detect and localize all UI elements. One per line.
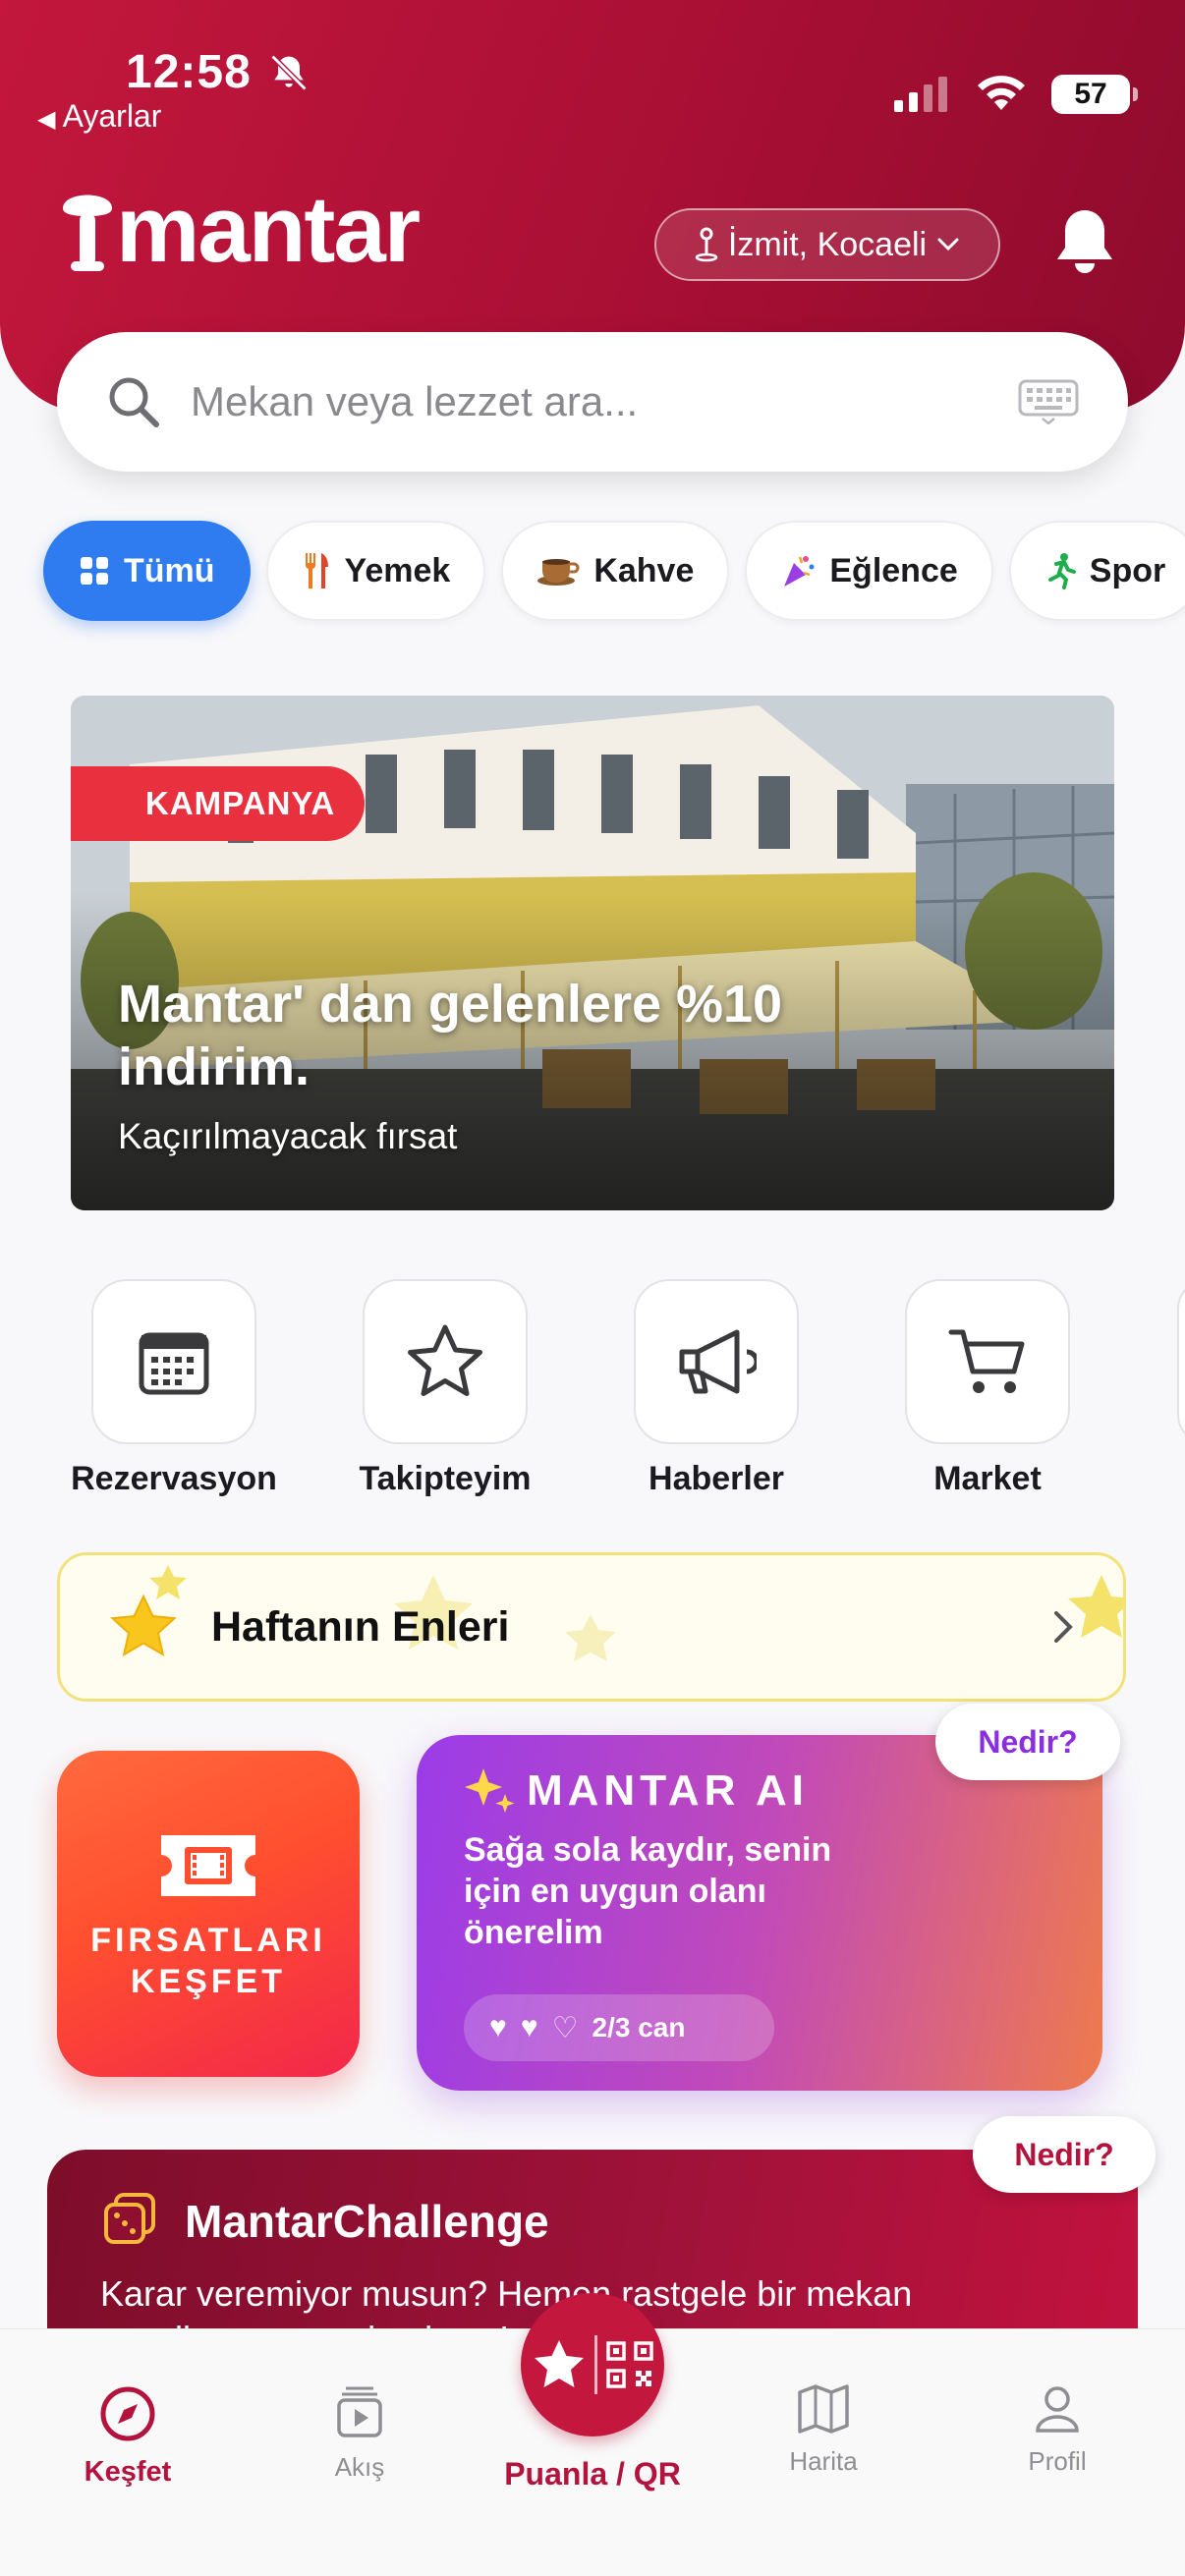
video-feed-icon (337, 2386, 382, 2437)
divider (593, 2335, 597, 2394)
back-to-settings-link[interactable]: ◀ Ayarlar (37, 98, 161, 135)
status-indicators: 57 (892, 75, 1138, 114)
quick-action-label: Market (933, 1460, 1042, 1497)
search-input[interactable]: Mekan veya lezzet ara... (191, 378, 1018, 425)
quick-actions: Rezervasyon Takipteyim Haberler Market (71, 1279, 1185, 1505)
quick-action-news[interactable]: Haberler (613, 1279, 819, 1498)
coffee-cup-icon (537, 559, 580, 586)
sparkles-icon (465, 1768, 515, 1813)
tab-label: Keşfet (84, 2456, 172, 2488)
logo-text: mantar (116, 177, 421, 282)
running-icon (1047, 553, 1076, 589)
keyboard-icon[interactable] (1018, 379, 1079, 424)
home-screen: 12:58 ◀ Ayarlar 57 mantar İzmit, Kocaeli… (0, 0, 1185, 2576)
quick-action-label: Takipteyim (359, 1460, 532, 1497)
ai-title: MANTAR AI (527, 1766, 809, 1815)
category-chips: Tümü Yemek Kahve Eğlence Spor (43, 521, 1185, 621)
deal-line-2: KEŞFET (130, 1963, 287, 2000)
tab-profile[interactable]: Profil (979, 2384, 1136, 2477)
quick-action-market[interactable]: Market (884, 1279, 1091, 1498)
heart-outline-icon: ♡ (551, 2011, 579, 2044)
chip-label: Eğlence (829, 551, 958, 589)
ticket-icon (161, 1835, 255, 1896)
discover-deals-card[interactable]: FIRSATLARI KEŞFET (57, 1751, 360, 2077)
grid-icon (81, 557, 108, 585)
compass-icon (100, 2386, 155, 2441)
quick-action-label: Haberler (649, 1460, 784, 1497)
star-icon (408, 1324, 482, 1396)
mantar-ai-card[interactable]: MANTAR AI Sağa sola kaydır, senin için e… (417, 1735, 1102, 2091)
ai-help-bubble[interactable]: Nedir? (935, 1704, 1120, 1780)
signal-icon (894, 77, 947, 112)
week-best-label: Haftanın Enleri (211, 1602, 510, 1651)
search-icon (109, 377, 159, 427)
tab-label: Akış (334, 2452, 385, 2482)
heart-filled-icon: ♥ (520, 2011, 538, 2044)
quick-action-next-tile[interactable] (1177, 1279, 1185, 1444)
quick-action-tile (634, 1279, 799, 1444)
tab-feed[interactable]: Akış (281, 2384, 438, 2483)
location-selector[interactable]: İzmit, Kocaeli (654, 208, 1000, 281)
search-bar[interactable]: Mekan veya lezzet ara... (57, 332, 1128, 472)
party-icon (784, 556, 815, 587)
mantar-logo[interactable]: mantar (59, 177, 421, 282)
deal-line-1: FIRSATLARI (90, 1922, 326, 1959)
challenge-help-bubble[interactable]: Nedir? (973, 2116, 1156, 2193)
mushroom-logo-icon (63, 195, 112, 271)
quick-action-label: Rezervasyon (71, 1460, 277, 1497)
chip-label: Yemek (344, 551, 451, 589)
silent-mode-icon (270, 54, 308, 91)
quick-action-tile (363, 1279, 528, 1444)
chip-sport[interactable]: Spor (1008, 521, 1185, 621)
lives-text: 2/3 can (592, 2012, 686, 2043)
rate-qr-button[interactable] (521, 2293, 664, 2436)
status-time: 12:58 (126, 46, 252, 98)
tab-explore[interactable]: Keşfet (49, 2384, 206, 2489)
notifications-bell-icon[interactable] (1051, 206, 1118, 277)
campaign-banner[interactable]: KAMPANYA Mantar' dan gelenlere %10 indir… (71, 696, 1114, 1210)
quick-action-following[interactable]: Takipteyim (342, 1279, 548, 1498)
campaign-tag: KAMPANYA (71, 766, 366, 841)
pin-icon (695, 227, 718, 262)
heart-filled-icon: ♥ (489, 2011, 507, 2044)
banner-subtitle: Kaçırılmayacak fırsat (118, 1116, 458, 1156)
wifi-icon (978, 76, 1025, 110)
lives-counter: ♥ ♥ ♡ 2/3 can (464, 1994, 774, 2061)
chip-food[interactable]: Yemek (265, 521, 486, 621)
dice-icon (104, 2193, 155, 2244)
chip-label: Spor (1089, 551, 1166, 589)
back-arrow-icon: ◀ (37, 106, 56, 133)
chip-all[interactable]: Tümü (43, 521, 251, 621)
chip-label: Tümü (124, 551, 215, 589)
map-icon (798, 2384, 849, 2434)
challenge-title: MantarChallenge (185, 2196, 549, 2247)
fork-knife-icon (305, 553, 328, 588)
chip-coffee[interactable]: Kahve (501, 521, 730, 621)
tab-map[interactable]: Harita (745, 2384, 902, 2477)
quick-action-reservation[interactable]: Rezervasyon (71, 1279, 277, 1498)
chevron-down-icon (937, 238, 959, 252)
user-icon (1036, 2386, 1079, 2433)
qr-code-icon (605, 2341, 653, 2388)
quick-action-tile (91, 1279, 256, 1444)
back-label: Ayarlar (62, 98, 162, 134)
chevron-right-icon (1054, 1611, 1073, 1643)
location-text: İzmit, Kocaeli (727, 225, 928, 263)
chip-label: Kahve (593, 551, 695, 589)
star-icon (534, 2340, 584, 2387)
chip-fun[interactable]: Eğlence (745, 521, 993, 621)
tab-label: Profil (1028, 2446, 1087, 2476)
cart-icon (948, 1329, 1025, 1393)
tab-label: Harita (789, 2446, 858, 2476)
deal-card-text: FIRSATLARI KEŞFET (57, 1920, 360, 2002)
ai-description: Sağa sola kaydır, senin için en uygun ol… (464, 1831, 832, 1951)
calendar-icon (139, 1332, 209, 1395)
gold-star-icon (110, 1595, 177, 1657)
quick-action-tile (905, 1279, 1070, 1444)
banner-title: Mantar' dan gelenlere %10 indirim. (118, 975, 783, 1096)
megaphone-icon (679, 1329, 757, 1394)
week-best-card[interactable]: Haftanın Enleri (57, 1552, 1126, 1702)
rate-qr-label: Puanla / QR (504, 2456, 681, 2492)
battery-indicator: 57 (1051, 75, 1138, 114)
